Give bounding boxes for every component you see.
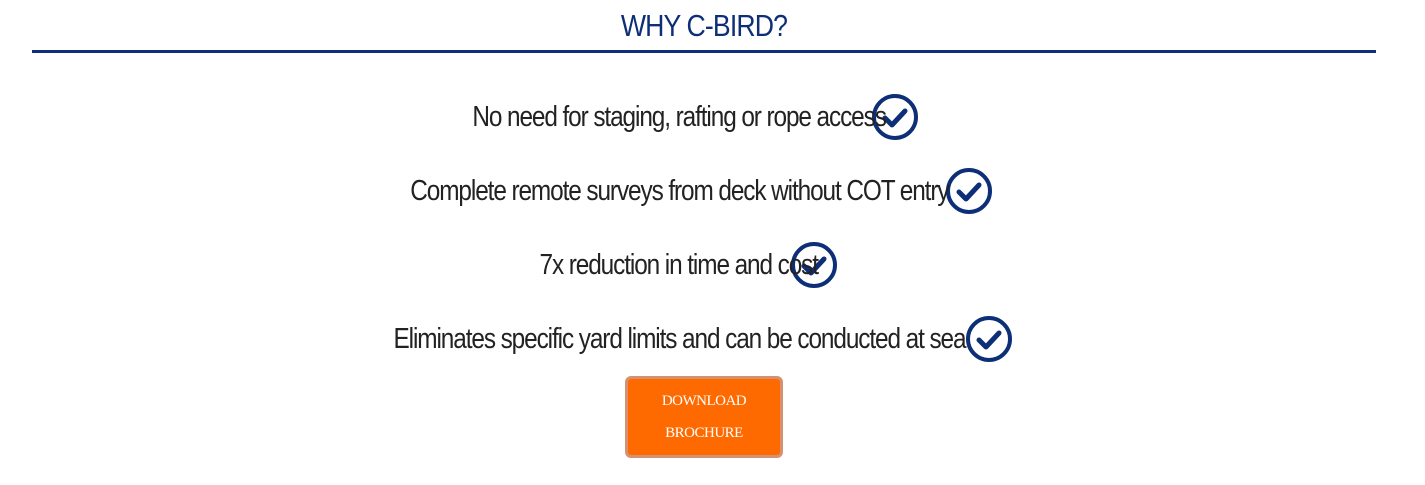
feature-item: Eliminates specific yard limits and can …	[0, 302, 1408, 376]
feature-item: 7x reduction in time and cost	[0, 228, 1408, 302]
feature-list: No need for staging, rafting or rope acc…	[0, 80, 1408, 376]
title-underline	[32, 50, 1376, 53]
check-circle-icon	[946, 168, 993, 214]
feature-text: Eliminates specific yard limits and can …	[393, 322, 966, 355]
download-button-label-line1: DOWNLOAD	[661, 393, 747, 409]
download-brochure-button[interactable]: DOWNLOAD BROCHURE	[625, 376, 783, 458]
section-title: WHY C-BIRD?	[620, 8, 788, 43]
feature-text: Complete remote surveys from deck withou…	[409, 174, 949, 207]
feature-item: Complete remote surveys from deck withou…	[0, 154, 1408, 228]
check-circle-icon	[966, 316, 1013, 362]
feature-text: 7x reduction in time and cost	[539, 248, 820, 281]
feature-text: No need for staging, rafting or rope acc…	[472, 100, 887, 133]
feature-item: No need for staging, rafting or rope acc…	[0, 80, 1408, 154]
download-button-label-line2: BROCHURE	[665, 425, 743, 441]
